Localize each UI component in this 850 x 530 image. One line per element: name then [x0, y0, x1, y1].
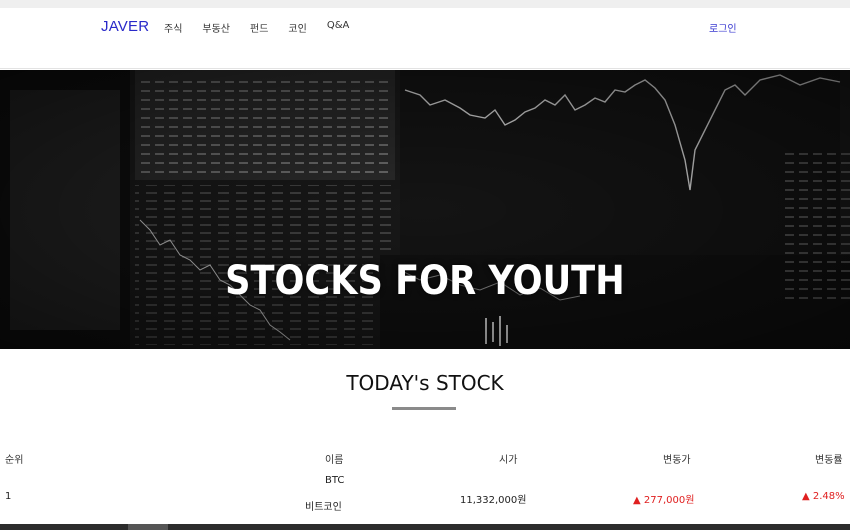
menu-item-stocks[interactable]: 주식: [164, 20, 182, 35]
header-change: 변동가: [663, 455, 691, 466]
row-code: BTC: [325, 475, 345, 486]
menu-item-qna[interactable]: Q&A: [327, 20, 350, 35]
header-name: 이름: [325, 455, 344, 466]
menu-item-funds[interactable]: 펀드: [250, 20, 268, 35]
header-price: 시가: [499, 455, 518, 466]
scrollbar-thumb[interactable]: [128, 524, 168, 530]
login-link[interactable]: 로그인: [709, 20, 737, 35]
hero-banner: STOCKS FOR YOUTH: [0, 70, 850, 349]
row-name[interactable]: 비트코인: [305, 498, 342, 513]
menu-item-coins[interactable]: 코인: [288, 20, 306, 35]
browser-top-strip: [0, 0, 850, 8]
row-rate: ▲ 2.48%: [802, 491, 845, 502]
header-rate: 변동률: [815, 455, 843, 466]
row-rank: 1: [5, 491, 12, 502]
brand-logo-link[interactable]: JAVER: [101, 18, 149, 35]
menu-item-real-estate[interactable]: 부동산: [202, 20, 230, 35]
header-rank: 순위: [5, 455, 24, 466]
top-navbar: JAVER 주식 부동산 펀드 코인 Q&A 로그인: [0, 8, 850, 69]
section-title: TODAY's STOCK: [346, 371, 504, 395]
hero-title: STOCKS FOR YOUTH: [225, 258, 625, 304]
row-change: ▲ 277,000원: [633, 495, 695, 506]
hero-background-image: [0, 70, 850, 349]
main-menu: 주식 부동산 펀드 코인 Q&A: [164, 20, 369, 35]
horizontal-scrollbar[interactable]: [0, 524, 850, 530]
row-price: 11,332,000원: [460, 495, 527, 506]
section-divider: [392, 407, 456, 410]
